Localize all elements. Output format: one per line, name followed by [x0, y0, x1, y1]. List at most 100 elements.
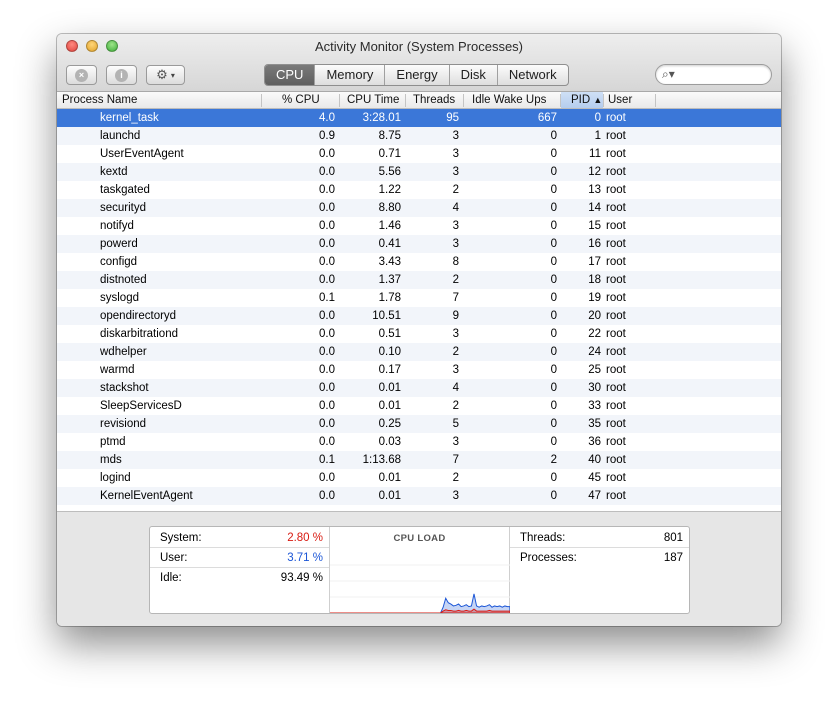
column-header-idle-wake-ups[interactable]: Idle Wake Ups: [472, 92, 546, 108]
table-row[interactable]: powerd 0.0 0.41 3 0 16 root: [57, 235, 781, 253]
table-row[interactable]: revisiond 0.0 0.25 5 0 35 root: [57, 415, 781, 433]
cell-wake: 0: [550, 382, 557, 394]
table-row[interactable]: diskarbitrationd 0.0 0.51 3 0 22 root: [57, 325, 781, 343]
cpu-summary-footer: System: 2.80 % User: 3.71 % Idle: 93.49 …: [57, 511, 781, 626]
processes-label: Processes:: [520, 552, 577, 564]
cell-user: root: [606, 130, 626, 142]
cell-pid: 36: [588, 436, 601, 448]
table-row[interactable]: notifyd 0.0 1.46 3 0 15 root: [57, 217, 781, 235]
cell-wake: 0: [550, 418, 557, 430]
cell-time: 10.51: [372, 310, 401, 322]
cell-time: 1:13.68: [362, 454, 401, 466]
cell-name: stackshot: [100, 382, 149, 394]
cell-threads: 2: [452, 274, 459, 286]
tab-energy[interactable]: Energy: [385, 65, 450, 85]
cell-name: kextd: [100, 166, 128, 178]
inspect-process-button[interactable]: i: [106, 65, 137, 85]
tab-memory[interactable]: Memory: [315, 65, 386, 85]
cell-wake: 0: [550, 130, 557, 142]
cell-cpu: 0.0: [319, 202, 335, 214]
cell-pid: 0: [594, 112, 601, 124]
table-row[interactable]: syslogd 0.1 1.78 7 0 19 root: [57, 289, 781, 307]
column-header-process-name[interactable]: Process Name: [62, 92, 137, 108]
cell-wake: 2: [550, 454, 557, 466]
table-row[interactable]: SleepServicesD 0.0 0.01 2 0 33 root: [57, 397, 781, 415]
table-row[interactable]: kextd 0.0 5.56 3 0 12 root: [57, 163, 781, 181]
table-row[interactable]: opendirectoryd 0.0 10.51 9 0 20 root: [57, 307, 781, 325]
cell-user: root: [606, 166, 626, 178]
cell-cpu: 0.0: [319, 418, 335, 430]
quit-process-button[interactable]: ×: [66, 65, 97, 85]
cell-cpu: 0.0: [319, 274, 335, 286]
titlebar: Activity Monitor (System Processes) × i …: [57, 34, 781, 92]
cell-name: configd: [100, 256, 138, 268]
cell-time: 0.51: [378, 328, 401, 340]
cell-user: root: [606, 274, 626, 286]
column-header-pid[interactable]: PID ▲: [561, 92, 603, 108]
table-row[interactable]: distnoted 0.0 1.37 2 0 18 root: [57, 271, 781, 289]
column-divider[interactable]: [339, 94, 340, 107]
cpu-usage-stats: System: 2.80 % User: 3.71 % Idle: 93.49 …: [150, 527, 330, 613]
column-divider[interactable]: [463, 94, 464, 107]
column-divider[interactable]: [261, 94, 262, 107]
table-row[interactable]: stackshot 0.0 0.01 4 0 30 root: [57, 379, 781, 397]
cell-time: 5.56: [378, 166, 401, 178]
cell-user: root: [606, 112, 626, 124]
table-row[interactable]: KernelEventAgent 0.0 0.01 3 0 47 root: [57, 487, 781, 505]
cell-threads: 7: [452, 454, 459, 466]
cell-cpu: 0.0: [319, 472, 335, 484]
column-header-threads[interactable]: Threads: [413, 92, 455, 108]
tab-disk[interactable]: Disk: [450, 65, 498, 85]
column-header-cpu[interactable]: % CPU: [282, 92, 320, 108]
cell-cpu: 0.0: [319, 256, 335, 268]
cell-threads: 5: [452, 418, 459, 430]
table-row[interactable]: launchd 0.9 8.75 3 0 1 root: [57, 127, 781, 145]
cell-wake: 0: [550, 184, 557, 196]
cell-pid: 30: [588, 382, 601, 394]
table-row[interactable]: mds 0.1 1:13.68 7 2 40 root: [57, 451, 781, 469]
cell-name: distnoted: [100, 274, 147, 286]
cell-cpu: 0.0: [319, 328, 335, 340]
cell-threads: 4: [452, 202, 459, 214]
cell-wake: 0: [550, 148, 557, 160]
tab-cpu[interactable]: CPU: [265, 65, 316, 85]
cell-threads: 8: [452, 256, 459, 268]
column-divider[interactable]: [405, 94, 406, 107]
action-menu-button[interactable]: ⚙ ▾: [146, 65, 185, 85]
cell-wake: 667: [537, 112, 557, 124]
column-divider[interactable]: [655, 94, 656, 107]
table-row[interactable]: warmd 0.0 0.17 3 0 25 root: [57, 361, 781, 379]
process-table[interactable]: kernel_task 4.0 3:28.01 95 667 0 root launchd 0.…: [57, 109, 781, 511]
table-row[interactable]: configd 0.0 3.43 8 0 17 root: [57, 253, 781, 271]
cell-user: root: [606, 292, 626, 304]
table-row[interactable]: taskgated 0.0 1.22 2 0 13 root: [57, 181, 781, 199]
table-row[interactable]: kernel_task 4.0 3:28.01 95 667 0 root: [57, 109, 781, 127]
cell-name: securityd: [100, 202, 147, 214]
table-row[interactable]: logind 0.0 0.01 2 0 45 root: [57, 469, 781, 487]
tab-network[interactable]: Network: [498, 65, 568, 85]
cell-name: mds: [100, 454, 122, 466]
table-row[interactable]: ptmd 0.0 0.03 3 0 36 root: [57, 433, 781, 451]
table-row[interactable]: securityd 0.0 8.80 4 0 14 root: [57, 199, 781, 217]
cell-cpu: 0.0: [319, 220, 335, 232]
search-field[interactable]: ⌕▾: [655, 64, 772, 85]
cell-user: root: [606, 202, 626, 214]
cell-pid: 12: [588, 166, 601, 178]
cell-wake: 0: [550, 256, 557, 268]
cell-wake: 0: [550, 292, 557, 304]
search-input[interactable]: [680, 67, 766, 82]
column-header-cpu-time[interactable]: CPU Time: [347, 92, 399, 108]
cell-pid: 14: [588, 202, 601, 214]
cell-user: root: [606, 310, 626, 322]
cell-wake: 0: [550, 436, 557, 448]
column-header-user[interactable]: User: [608, 92, 632, 108]
cell-user: root: [606, 346, 626, 358]
processes-stat: Processes: 187: [510, 548, 689, 568]
table-row[interactable]: UserEventAgent 0.0 0.71 3 0 11 root: [57, 145, 781, 163]
cell-pid: 33: [588, 400, 601, 412]
table-row[interactable]: wdhelper 0.0 0.10 2 0 24 root: [57, 343, 781, 361]
column-divider[interactable]: [603, 94, 604, 107]
cell-pid: 16: [588, 238, 601, 250]
x-circle-icon: ×: [75, 68, 88, 82]
cell-name: powerd: [100, 238, 138, 250]
